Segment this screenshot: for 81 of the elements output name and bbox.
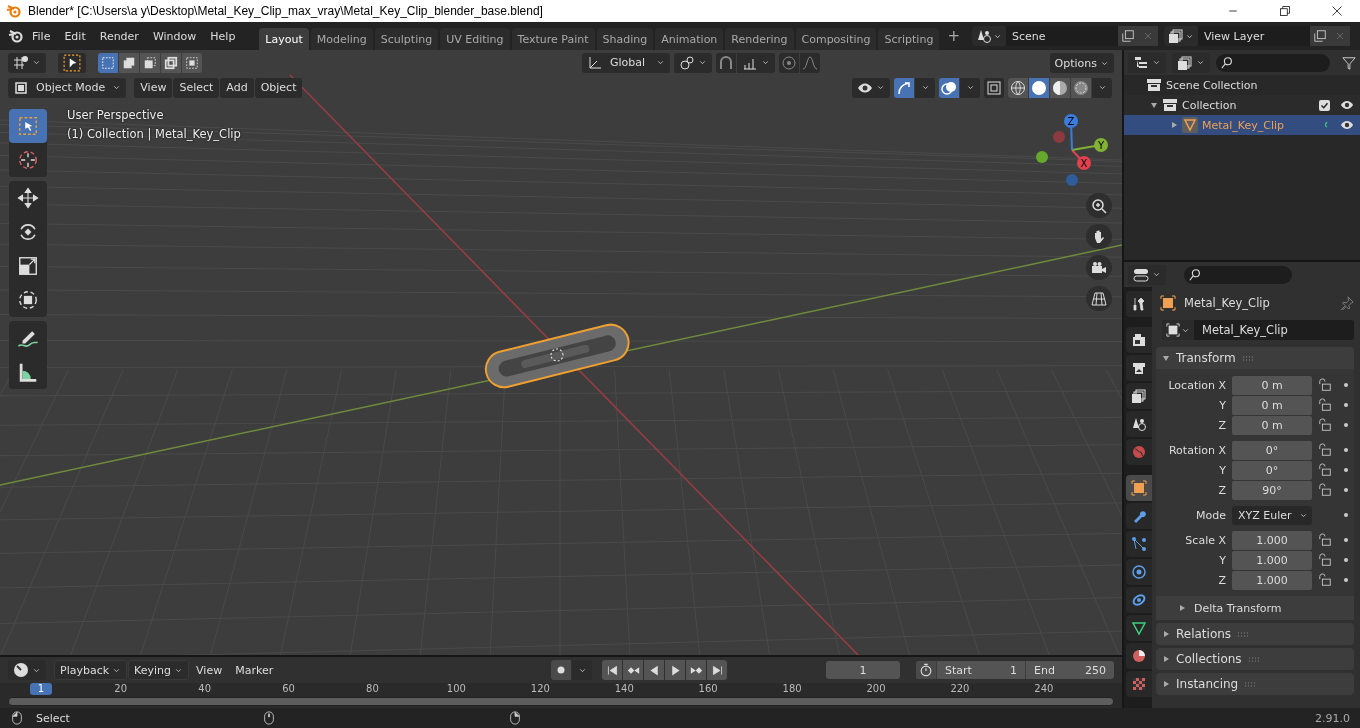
start-frame-field[interactable]: Start 1 [936,661,1025,679]
add-workspace-button[interactable]: + [941,27,966,45]
workspace-tab[interactable]: Texture Paint [511,28,595,50]
workspace-tab[interactable]: Animation [655,28,724,50]
menu-item[interactable]: View [190,663,229,677]
number-field[interactable]: 0° [1232,440,1312,460]
panel-header[interactable]: Collections [1156,648,1354,670]
mode-dropdown[interactable]: Object Mode [8,77,127,98]
workspace-tab[interactable]: Layout [259,28,309,50]
workspace-tab[interactable]: UV Editing [440,28,510,50]
menu-item[interactable]: Render [93,26,145,46]
workspace-tab[interactable]: Shading [596,28,654,50]
end-frame-field[interactable]: End 250 [1025,661,1114,679]
options-dropdown[interactable]: Options [1049,53,1114,73]
status-hint: Select [36,711,70,725]
number-field[interactable]: 0 m [1232,395,1312,415]
panel-header[interactable]: Relations [1156,623,1354,645]
frame-number: 120 [530,683,550,695]
menu-item[interactable]: Edit [58,26,92,46]
outliner-item-label: Collection [1182,98,1238,112]
window-title: Blender* [C:\Users\a y\Desktop\Metal_Key_Clip_max_vray\Metal_Key_Clip_blender_base.blend] [28,4,544,18]
menu-item[interactable]: View [134,77,173,98]
menu-item[interactable]: Marker [229,663,280,677]
frame-number: 180 [782,683,802,695]
outliner-item-label: Metal_Key_Clip [1202,118,1286,132]
number-field[interactable]: 1.000 [1232,570,1312,590]
workspace-tab[interactable]: Compositing [795,28,877,50]
current-frame-field[interactable]: 1 [826,661,900,679]
field-label: Mode [1195,508,1226,522]
number-field[interactable]: 1.000 [1232,530,1312,550]
viewport-info-text: User Perspective [67,108,165,122]
field-label: Y [1218,398,1226,412]
number-field[interactable]: 90° [1232,480,1312,500]
outliner-item-label: Scene Collection [1166,78,1259,92]
menu-item[interactable]: Select [173,77,220,98]
field-label: Z [1217,573,1226,587]
frame-number: 200 [866,683,886,695]
frame-number: 60 [282,683,295,695]
number-field[interactable]: 0 m [1232,415,1312,435]
axis-handle[interactable]: Z [1064,114,1078,128]
menu-item[interactable]: Help [204,26,242,46]
axis-handle[interactable]: X [1077,156,1091,170]
viewport-info-text: (1) Collection | Metal_Key_Clip [67,127,241,141]
field-label: Location X [1167,378,1226,392]
field-label: Z [1217,483,1226,497]
rotation-mode-dropdown[interactable]: XYZ Euler [1232,505,1312,525]
frame-number: 160 [698,683,718,695]
menu-dropdown[interactable]: Playback [54,660,128,680]
frame-number: 40 [198,683,211,695]
current-frame-marker[interactable]: 1 [30,683,52,695]
number-field[interactable]: 0 m [1232,375,1312,395]
field-label: Scale X [1184,533,1226,547]
transform-orientation-dropdown[interactable]: Global [581,52,670,73]
workspace-tab[interactable]: Rendering [725,28,794,50]
frame-number: 140 [614,683,634,695]
workspace-tab[interactable]: Sculpting [374,28,439,50]
menu-item[interactable]: Object [254,77,303,98]
frame-number: 80 [366,683,379,695]
number-field[interactable]: 0° [1232,460,1312,480]
field-label: Y [1218,463,1226,477]
field-label: Y [1218,553,1226,567]
menu-item[interactable]: File [26,26,57,46]
version-label: 2.91.0 [1315,711,1350,725]
menu-dropdown[interactable]: Keying [128,660,190,680]
panel-header[interactable]: Instancing [1156,673,1354,695]
workspace-tab[interactable]: Modeling [310,28,373,50]
menu-item[interactable]: Window [146,26,203,46]
frame-number: 20 [114,683,128,695]
workspace-tab[interactable]: Scripting [878,28,940,50]
axis-handle[interactable]: Y [1094,138,1108,152]
panel-header[interactable]: Transform [1156,347,1354,369]
object-name: Metal_Key_Clip [1184,296,1271,310]
outliner-row[interactable]: Scene Collection [1124,75,1360,95]
frame-number: 100 [446,683,466,695]
number-field[interactable]: 1.000 [1232,550,1312,570]
menu-item[interactable]: Add [220,77,254,98]
frame-number: 220 [950,683,970,695]
frame-number: 240 [1034,683,1054,695]
field-label: Rotation X [1167,443,1226,457]
field-label: Z [1217,418,1226,432]
outliner-row[interactable]: Metal_Key_Clip [1124,115,1360,135]
